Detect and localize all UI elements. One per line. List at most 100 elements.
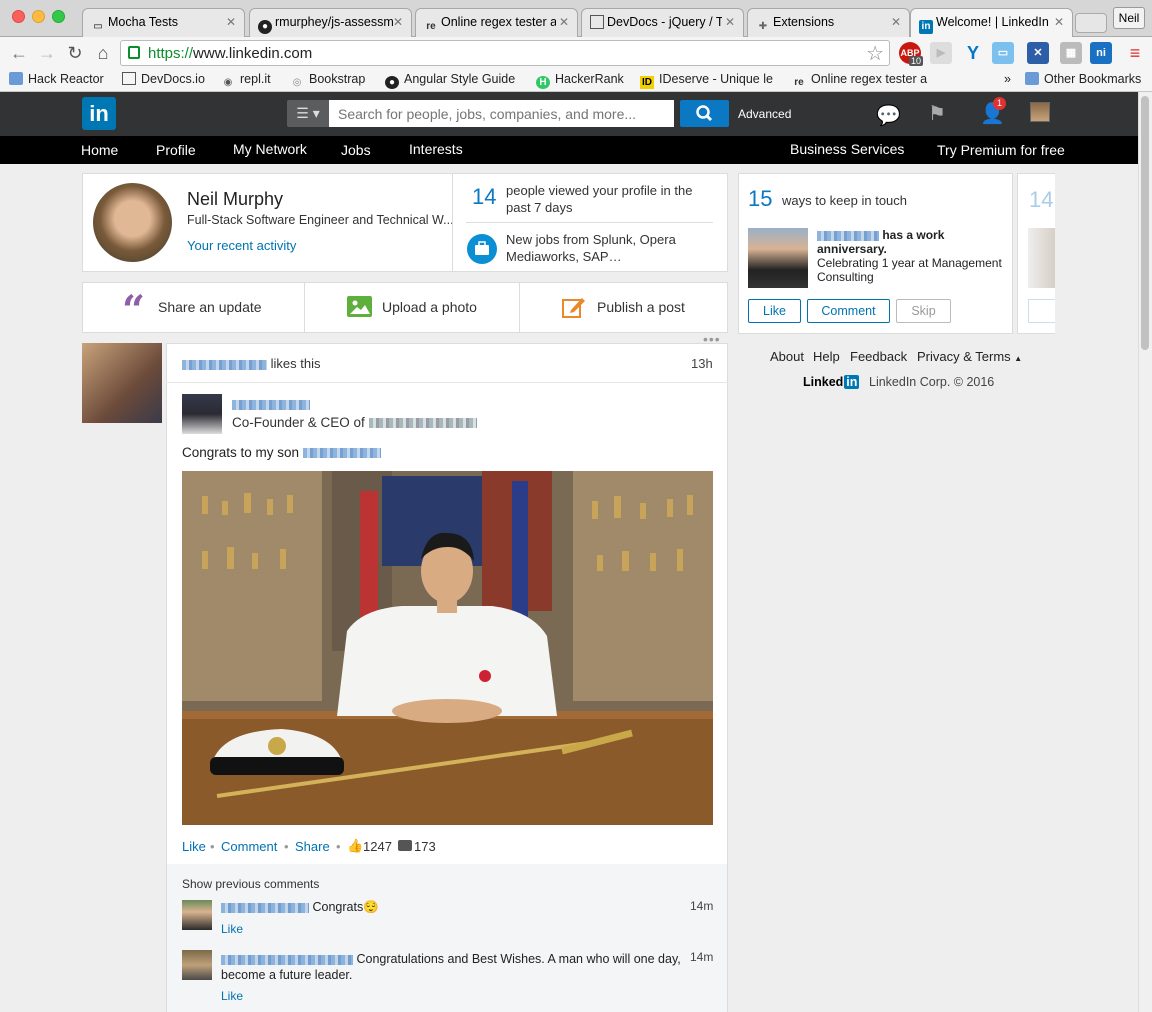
bookmark-hack-reactor[interactable]: Hack Reactor [9,72,104,86]
close-tab-icon[interactable]: ✕ [226,15,236,29]
keep-in-touch-text[interactable]: ways to keep in touch [782,193,907,208]
bookmark-devdocs[interactable]: DevDocs.io [122,72,205,86]
notification-badge: 1 [993,97,1006,110]
recent-activity-link[interactable]: Your recent activity [187,238,296,253]
profile-views-count[interactable]: 14 [472,184,496,210]
home-icon[interactable]: ⌂ [92,42,114,64]
close-tab-icon[interactable]: ✕ [393,15,403,29]
bookmark-replit[interactable]: ◉ repl.it [221,72,271,89]
maximize-window-button[interactable] [52,10,65,23]
tab-extensions[interactable]: ✚ Extensions ✕ [747,8,910,37]
comment-button[interactable]: Comment [807,299,890,323]
post-comment-link[interactable]: Comment [221,839,277,854]
address-bar[interactable]: https://www.linkedin.com ☆ [120,40,890,66]
pixel-icon[interactable]: ▦ [1060,42,1082,64]
post-like-link[interactable]: Like [182,839,206,854]
nav-profile[interactable]: Profile [156,142,196,158]
nav-jobs[interactable]: Jobs [341,142,371,158]
bookstrap-icon: ◎ [292,77,302,88]
regex101-icon: re [426,21,436,32]
tab-mocha-tests[interactable]: ▭ Mocha Tests ✕ [82,8,245,37]
share-update-button[interactable]: Share an update [158,299,262,315]
star-icon[interactable]: ☆ [866,41,884,66]
bookmark-hackerrank[interactable]: H HackerRank [536,72,624,89]
linkedin-logo[interactable]: in [82,97,116,130]
nav-interests[interactable]: Interests [409,141,463,157]
new-tab-button[interactable] [1075,13,1107,33]
profile-name[interactable]: Neil Murphy [187,189,283,210]
footer-help[interactable]: Help [813,349,840,364]
skip-button[interactable]: Skip [896,299,951,323]
bookmark-angular-style-guide[interactable]: ● Angular Style Guide [385,72,515,89]
contact-avatar[interactable] [748,228,808,288]
comment-text: Congrats😌 [221,900,379,915]
bookmark-ideserve[interactable]: ID IDeserve - Unique le [640,72,773,89]
post-photo[interactable] [182,471,713,825]
close-tab-icon[interactable]: ✕ [725,15,735,29]
liker-avatar[interactable] [82,343,162,423]
blurred-name[interactable] [182,359,267,370]
footer-about[interactable]: About [770,349,804,364]
comment-like-link[interactable]: Like [221,989,243,1003]
hackerrank-icon: H [536,76,550,89]
post-share-link[interactable]: Share [295,839,330,854]
like-button[interactable]: Like [748,299,801,323]
close-tab-icon[interactable]: ✕ [891,15,901,29]
close-tab-icon[interactable]: ✕ [559,15,569,29]
minimize-window-button[interactable] [32,10,45,23]
tv-icon[interactable]: ▭ [992,42,1014,64]
tab-devdocs[interactable]: DevDocs - jQuery / T ✕ [581,8,744,37]
footer-feedback[interactable]: Feedback [850,349,907,364]
folder-icon [1025,72,1039,85]
publish-post-button[interactable]: Publish a post [597,299,685,315]
more-options-icon[interactable]: ••• [703,331,721,347]
commenter-avatar[interactable] [182,950,212,980]
profile-button[interactable]: Neil [1113,7,1145,29]
footer-linkedin-logo[interactable]: Linked in [803,375,860,389]
comment-like-link[interactable]: Like [221,922,243,936]
comment-count[interactable]: 173 [414,839,436,854]
search-input[interactable] [329,100,674,127]
bookmark-manager-icon[interactable]: ✕ [1027,42,1049,64]
advanced-search-link[interactable]: Advanced [738,107,791,121]
flag-icon[interactable]: ⚑ [928,101,946,126]
footer-privacy-terms[interactable]: Privacy & Terms ▲ [917,349,1022,364]
author-avatar[interactable] [182,394,222,434]
scrollbar-thumb[interactable] [1141,96,1149,350]
show-previous-comments[interactable]: Show previous comments [182,877,319,891]
search-button[interactable] [680,100,729,127]
photo-icon [347,296,372,317]
profile-photo[interactable] [93,183,172,262]
upload-photo-button[interactable]: Upload a photo [382,299,477,315]
video-icon[interactable]: ▶ [930,42,952,64]
reload-icon[interactable]: ↻ [64,42,86,64]
profile-views-text[interactable]: people viewed your profile in the past 7… [506,182,711,216]
nav-my-network[interactable]: My Network [233,141,307,157]
ni-icon[interactable]: ni [1090,42,1112,64]
menu-icon[interactable]: ≡ [1124,42,1146,64]
commenter-avatar[interactable] [182,900,212,930]
like-count[interactable]: 1247 [363,839,392,854]
new-jobs-text[interactable]: New jobs from Splunk, Opera Mediaworks, … [506,231,711,265]
tab-linkedin[interactable]: in Welcome! | LinkedIn ✕ [910,8,1073,38]
messages-icon[interactable]: 💬 [876,103,901,127]
vimium-icon[interactable]: Y [962,42,984,64]
bookmark-bookstrap[interactable]: ◎ Bookstrap [290,72,366,89]
nav-business-services[interactable]: Business Services [790,141,904,157]
nav-home[interactable]: Home [81,142,118,158]
back-arrow-icon[interactable]: ← [8,42,30,64]
forward-arrow-icon[interactable]: → [36,42,58,64]
tab-js-assessment[interactable]: ● rmurphey/js-assessm ✕ [249,8,412,37]
avatar[interactable] [1030,102,1050,122]
bookmark-regex-tester[interactable]: re Online regex tester a [792,72,927,89]
other-bookmarks[interactable]: Other Bookmarks [1025,72,1141,86]
close-tab-icon[interactable]: ✕ [1054,15,1064,29]
thumbs-up-icon: 👍 [347,838,364,853]
search-category-dropdown[interactable]: ☰ ▾ [287,100,329,127]
more-bookmarks-chevron[interactable]: » [1004,72,1011,86]
keep-in-touch-count[interactable]: 15 [748,186,772,212]
author-name[interactable] [232,396,310,411]
nav-try-premium[interactable]: Try Premium for free [937,142,1065,158]
close-window-button[interactable] [12,10,25,23]
tab-regex-tester[interactable]: re Online regex tester a ✕ [415,8,578,37]
